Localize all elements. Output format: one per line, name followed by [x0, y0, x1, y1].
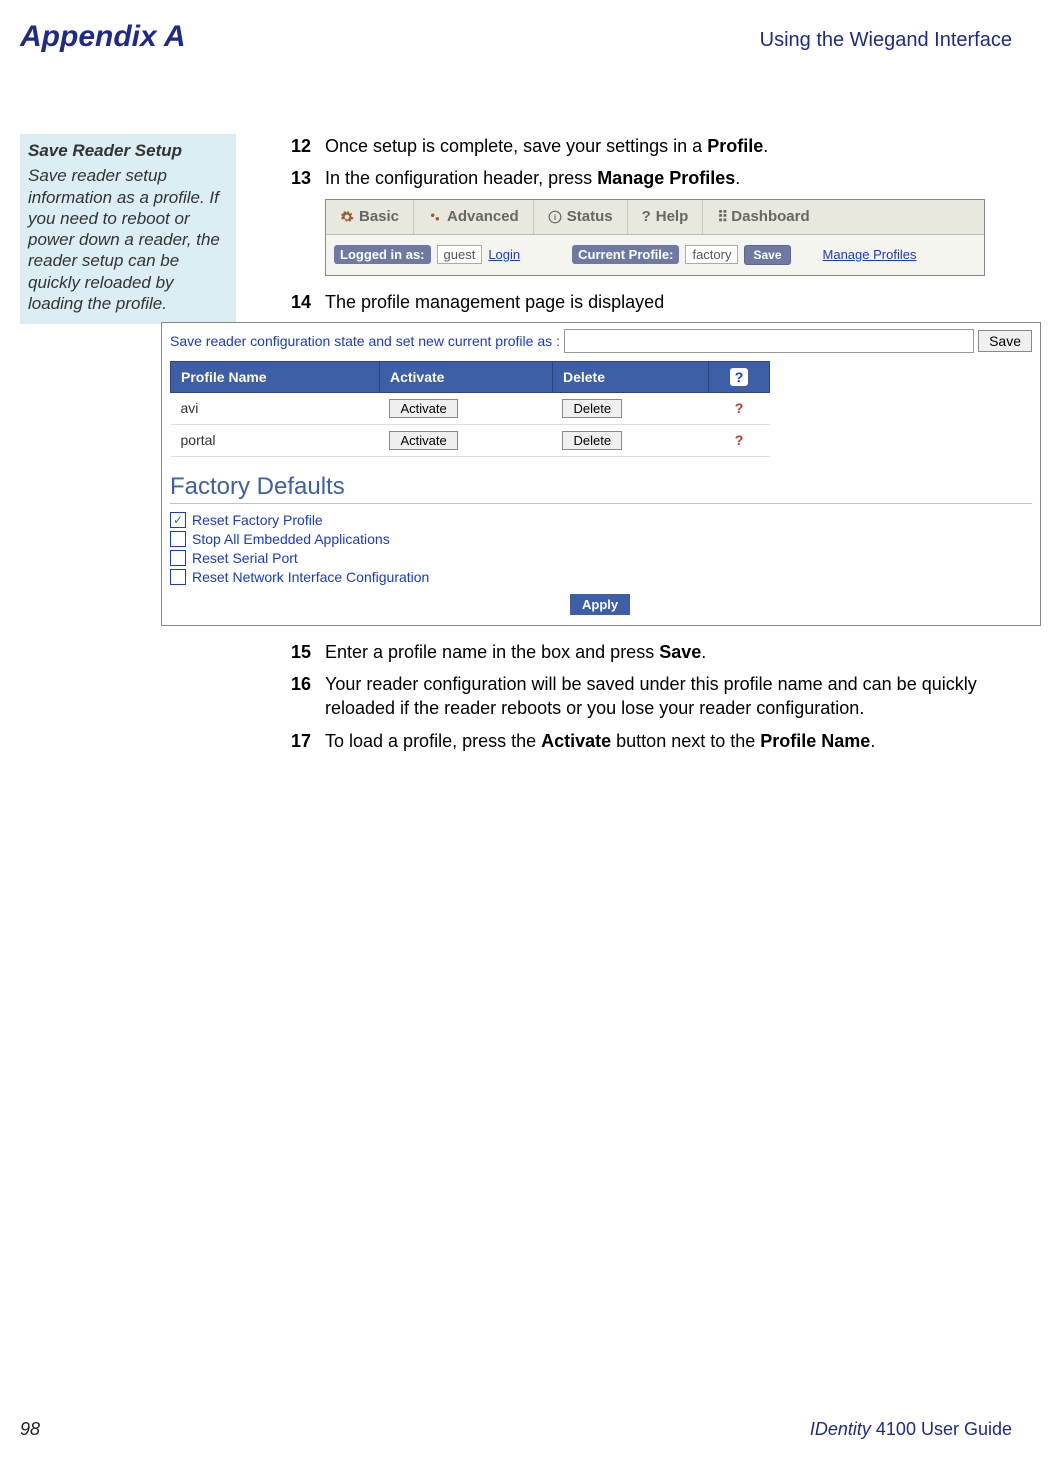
section-title: Using the Wiegand Interface: [760, 29, 1012, 52]
profile-name-cell: avi: [171, 392, 380, 424]
gear-icon: [340, 210, 354, 224]
apply-button[interactable]: Apply: [570, 594, 630, 615]
delete-button[interactable]: Delete: [562, 431, 622, 450]
table-row: avi Activate Delete ?: [171, 392, 770, 424]
step-13: 13 In the configuration header, press Ma…: [291, 166, 1041, 190]
guide-title: IDentity 4100 User Guide: [810, 1419, 1012, 1440]
step-16: 16 Your reader configuration will be sav…: [291, 672, 1041, 721]
col-activate: Activate: [379, 361, 552, 392]
step-12: 12 Once setup is complete, save your set…: [291, 134, 1041, 158]
col-profile-name: Profile Name: [171, 361, 380, 392]
sidebar-note-body: Save reader setup information as a profi…: [28, 165, 228, 314]
row-help-icon[interactable]: ?: [709, 392, 770, 424]
table-row: portal Activate Delete ?: [171, 424, 770, 456]
col-help: ?: [709, 361, 770, 392]
step-text: The profile management page is displayed: [325, 290, 1041, 314]
delete-button[interactable]: Delete: [562, 399, 622, 418]
checkbox-icon: [170, 531, 186, 547]
info-icon: i: [548, 210, 562, 224]
step-17: 17 To load a profile, press the Activate…: [291, 729, 1041, 753]
tab-basic[interactable]: Basic: [326, 200, 414, 234]
save-profile-button[interactable]: Save: [978, 330, 1032, 352]
checkbox-icon: [170, 569, 186, 585]
user-display: guest: [437, 245, 483, 264]
save-button[interactable]: Save: [744, 245, 790, 265]
config-header-screenshot: Basic Advanced i Status ? Help: [325, 199, 985, 276]
checkbox-icon: [170, 550, 186, 566]
step-number: 12: [291, 134, 325, 158]
step-text: In the configuration header, press Manag…: [325, 166, 1041, 190]
step-text: Once setup is complete, save your settin…: [325, 134, 1041, 158]
row-help-icon[interactable]: ?: [709, 424, 770, 456]
step-14: 14 The profile management page is displa…: [291, 290, 1041, 314]
step-number: 14: [291, 290, 325, 314]
sidebar-note: Save Reader Setup Save reader setup info…: [20, 134, 236, 324]
manage-profiles-link[interactable]: Manage Profiles: [823, 247, 917, 262]
profile-name-input[interactable]: [564, 329, 974, 353]
activate-button[interactable]: Activate: [389, 399, 457, 418]
tab-advanced[interactable]: Advanced: [414, 200, 534, 234]
current-profile-label: Current Profile:: [572, 245, 679, 264]
appendix-title: Appendix A: [20, 20, 186, 54]
save-config-label: Save reader configuration state and set …: [170, 333, 560, 349]
profile-name-cell: portal: [171, 424, 380, 456]
col-delete: Delete: [552, 361, 708, 392]
page-number: 98: [20, 1419, 40, 1440]
logged-in-label: Logged in as:: [334, 245, 431, 264]
checkbox-stop-apps[interactable]: Stop All Embedded Applications: [170, 531, 1032, 547]
step-number: 16: [291, 672, 325, 721]
tab-dashboard[interactable]: ⠿ Dashboard: [703, 200, 823, 234]
question-icon: ?: [730, 368, 748, 386]
question-icon: ?: [642, 208, 651, 225]
activate-button[interactable]: Activate: [389, 431, 457, 450]
tab-help[interactable]: ? Help: [628, 200, 704, 234]
tab-status[interactable]: i Status: [534, 200, 628, 234]
checkbox-reset-serial[interactable]: Reset Serial Port: [170, 550, 1032, 566]
checkbox-reset-network[interactable]: Reset Network Interface Configuration: [170, 569, 1032, 585]
profiles-table: Profile Name Activate Delete ? avi Activ…: [170, 361, 770, 457]
checkbox-icon: ✓: [170, 512, 186, 528]
step-number: 15: [291, 640, 325, 664]
step-text: To load a profile, press the Activate bu…: [325, 729, 1041, 753]
step-15: 15 Enter a profile name in the box and p…: [291, 640, 1041, 664]
gears-icon: [428, 210, 442, 224]
checkbox-reset-profile[interactable]: ✓ Reset Factory Profile: [170, 512, 1032, 528]
svg-text:i: i: [554, 213, 556, 222]
sidebar-note-title: Save Reader Setup: [28, 140, 228, 161]
grid-icon: ⠿: [717, 208, 726, 226]
step-text: Your reader configuration will be saved …: [325, 672, 1041, 721]
step-number: 17: [291, 729, 325, 753]
profile-management-screenshot: Save reader configuration state and set …: [161, 322, 1041, 626]
profile-display: factory: [685, 245, 738, 264]
login-link[interactable]: Login: [488, 247, 520, 262]
step-text: Enter a profile name in the box and pres…: [325, 640, 1041, 664]
factory-defaults-title: Factory Defaults: [170, 473, 1032, 504]
step-number: 13: [291, 166, 325, 190]
